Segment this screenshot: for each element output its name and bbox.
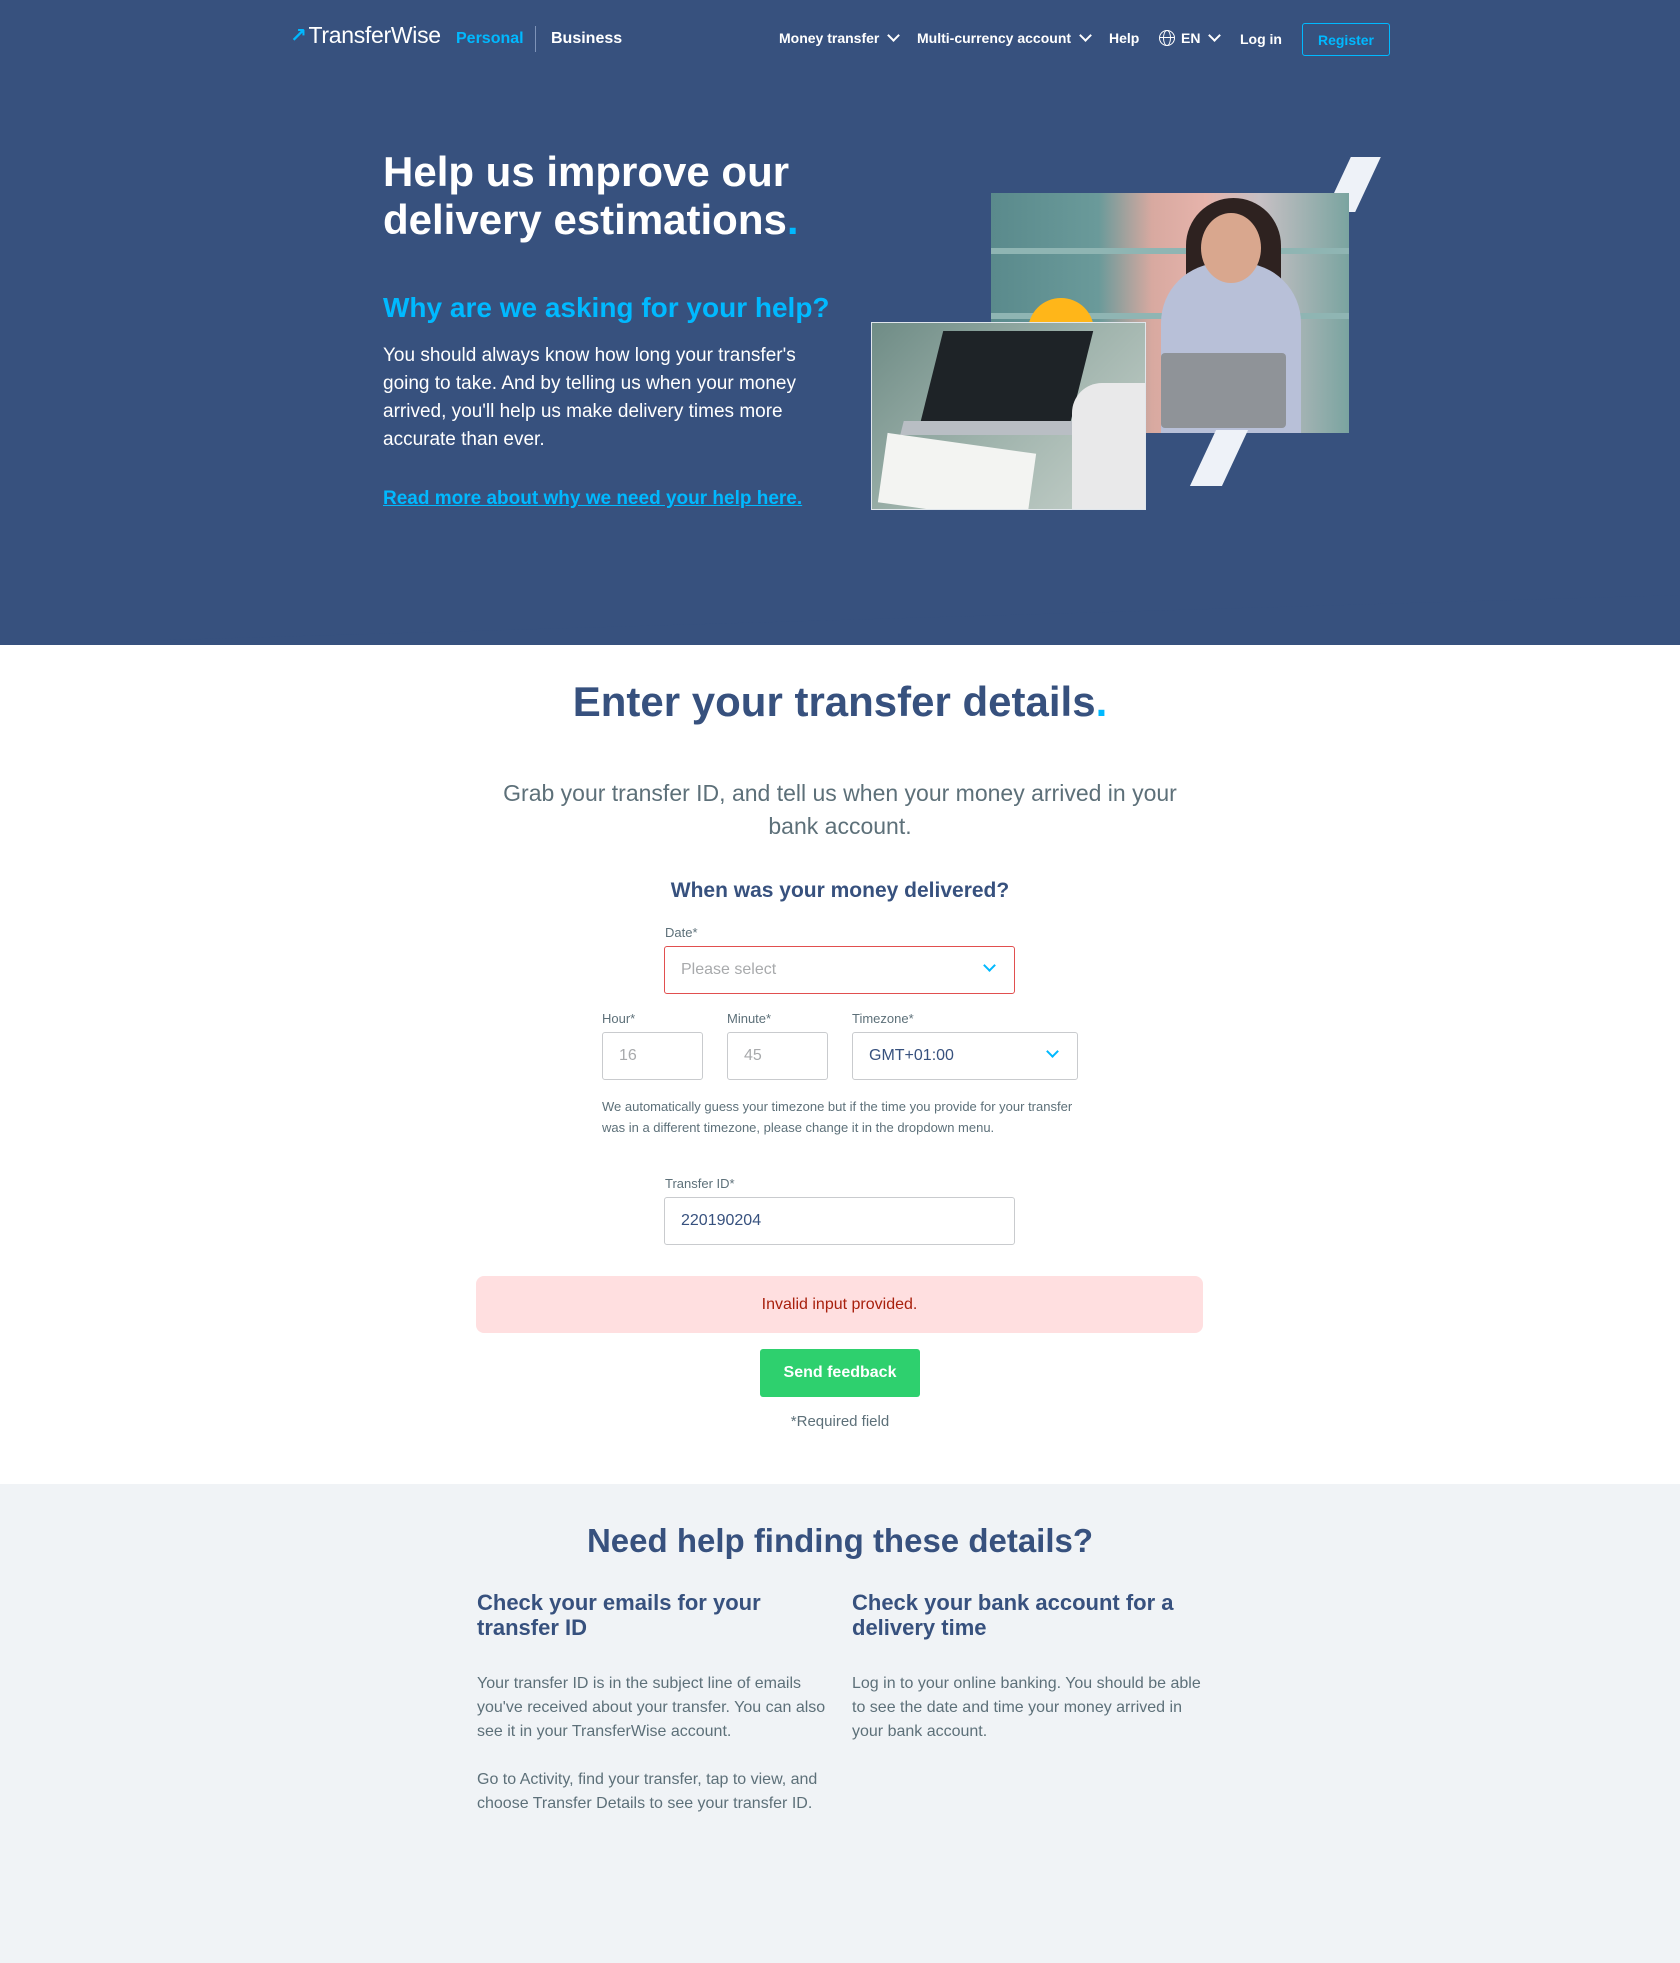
nav-multi-currency-menu[interactable]: Multi-currency account: [917, 29, 1092, 46]
hero-body-text: You should always know how long your tra…: [383, 345, 796, 450]
send-feedback-button[interactable]: Send feedback: [760, 1349, 920, 1397]
chevron-down-icon: [887, 29, 901, 42]
globe-icon: [1159, 30, 1175, 46]
help-col1-para2: Go to Activity, find your transfer, tap …: [477, 1771, 818, 1812]
transfer-id-input[interactable]: 220190204: [664, 1197, 1015, 1245]
hero-title: Help us improve our delivery estimations…: [383, 148, 903, 244]
timezone-select[interactable]: GMT+01:00: [852, 1032, 1078, 1080]
minute-label: Minute*: [727, 1011, 772, 1026]
login-link[interactable]: Log in: [1240, 31, 1282, 47]
paper-document: [877, 432, 1037, 509]
timezone-value: GMT+01:00: [869, 1047, 954, 1064]
shelf: [991, 248, 1349, 254]
date-select[interactable]: Please select: [664, 946, 1015, 994]
chevron-down-icon: [1208, 29, 1222, 42]
help-col1-title: Check your emails for your transfer ID: [477, 1590, 761, 1640]
transfer-id-label: Transfer ID*: [665, 1176, 735, 1191]
help-section: Need help finding these details? Check y…: [0, 1484, 1680, 1963]
top-navigation: ↗ TransferWise Personal Business Money t…: [0, 0, 1680, 80]
hour-label: Hour*: [602, 1011, 636, 1026]
laptop: [1161, 353, 1286, 428]
form-intro: Grab your transfer ID, and tell us when …: [503, 780, 1177, 839]
error-alert: Invalid input provided.: [476, 1276, 1203, 1333]
nav-money-transfer-menu[interactable]: Money transfer: [779, 29, 901, 46]
when-delivered-heading: When was your money delivered?: [670, 879, 1010, 902]
hero-title-line2: delivery estimations: [383, 196, 787, 243]
hero-subtitle: Why are we asking for your help?: [383, 292, 830, 323]
chevron-down-icon: [983, 959, 996, 972]
login-label: Log in: [1240, 31, 1282, 47]
title-accent-dot: .: [786, 196, 799, 243]
person-head: [1201, 213, 1261, 283]
title-accent-dot: .: [1095, 678, 1108, 725]
timezone-help-text: We automatically guess your timezone but…: [602, 1099, 1073, 1135]
chevron-down-icon: [1079, 29, 1092, 42]
help-title: Need help finding these details?: [586, 1522, 1094, 1559]
nav-money-transfer-label: Money transfer: [779, 30, 880, 46]
form-title: Enter your transfer details.: [0, 678, 1680, 726]
transferwise-logo-icon: ↗: [290, 25, 307, 47]
help-col2-title: Check your bank account for a delivery t…: [852, 1590, 1174, 1640]
nav-business-link[interactable]: Business: [551, 30, 622, 48]
photo-laptop-desk: [871, 322, 1146, 510]
nav-help-link[interactable]: Help: [1109, 30, 1139, 46]
language-label: EN: [1181, 30, 1201, 46]
nav-personal-link[interactable]: Personal: [456, 30, 524, 48]
minute-placeholder: 45: [744, 1047, 762, 1064]
read-more-link[interactable]: Read more about why we need your help he…: [383, 488, 802, 510]
decorative-slash: [1189, 430, 1249, 486]
timezone-label: Timezone*: [852, 1011, 914, 1026]
chevron-down-icon: [1046, 1045, 1059, 1058]
hero-diagonal-edge: [0, 590, 1680, 645]
date-label: Date*: [665, 925, 698, 940]
transferwise-logo[interactable]: ↗ TransferWise: [290, 22, 441, 49]
nav-help-label: Help: [1109, 30, 1140, 46]
help-col1-para1: Your transfer ID is in the subject line …: [477, 1675, 826, 1740]
hour-input[interactable]: 16: [602, 1032, 703, 1080]
person-sleeve: [1072, 383, 1145, 509]
hero-title-line1: Help us improve our: [383, 148, 790, 195]
date-placeholder: Please select: [681, 961, 777, 978]
error-message: Invalid input provided.: [761, 1295, 918, 1313]
hero-illustration: [868, 155, 1381, 515]
form-title-text: Enter your transfer details: [572, 678, 1096, 725]
hero-section: ↗ TransferWise Personal Business Money t…: [0, 0, 1680, 645]
transfer-id-value: 220190204: [681, 1212, 762, 1229]
required-field-note: *Required field: [790, 1413, 890, 1430]
nav-divider: [535, 26, 536, 52]
nav-multi-currency-label: Multi-currency account: [917, 30, 1072, 46]
hour-placeholder: 16: [619, 1047, 637, 1064]
help-col2-para1: Log in to your online banking. You shoul…: [852, 1675, 1201, 1740]
language-selector[interactable]: EN: [1159, 29, 1222, 46]
minute-input[interactable]: 45: [727, 1032, 828, 1080]
logo-text: TransferWise: [308, 22, 441, 48]
laptop-screen: [920, 331, 1094, 421]
register-button[interactable]: Register: [1302, 23, 1390, 56]
